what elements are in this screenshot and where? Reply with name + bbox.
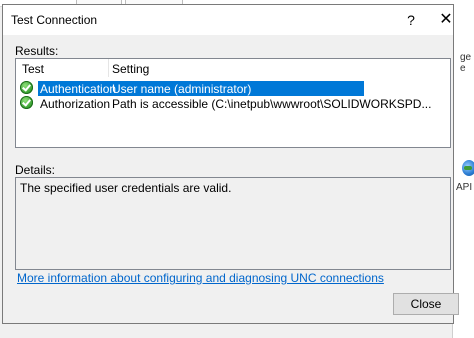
dialog-title: Test Connection <box>11 13 98 27</box>
test-connection-dialog: Test Connection ? ✕ Results: Test Settin… <box>2 4 459 324</box>
column-header-test[interactable]: Test <box>22 62 44 76</box>
results-label: Results: <box>15 44 59 58</box>
background-text-fragment: API <box>456 182 473 193</box>
results-list-header: Test Setting <box>16 59 450 77</box>
unc-help-link[interactable]: More information about configuring and d… <box>17 271 384 285</box>
results-list[interactable]: Test Setting Authentication User name (a… <box>15 58 451 148</box>
background-text-fragment: ge e <box>460 52 472 74</box>
details-label: Details: <box>15 163 56 177</box>
result-setting: User name (administrator) <box>112 82 252 96</box>
result-row-authorization[interactable]: Authorization Path is accessible (C:\ine… <box>16 96 450 111</box>
details-text: The specified user credentials are valid… <box>20 181 232 195</box>
close-button[interactable]: Close <box>393 293 459 315</box>
result-row-authentication[interactable]: Authentication User name (administrator) <box>16 81 450 96</box>
help-button[interactable]: ? <box>399 9 423 31</box>
column-divider[interactable] <box>108 59 109 77</box>
result-test-name: Authentication <box>40 82 117 96</box>
result-test-name: Authorization <box>40 97 111 111</box>
column-header-setting[interactable]: Setting <box>112 62 149 76</box>
check-circle-icon <box>20 96 33 109</box>
check-circle-icon <box>20 81 33 94</box>
result-setting: Path is accessible (C:\inetpub\wwwroot\S… <box>112 97 432 111</box>
globe-icon <box>462 160 474 176</box>
title-bar: Test Connection ? ✕ <box>3 5 453 35</box>
close-icon[interactable]: ✕ <box>435 9 457 31</box>
details-box: The specified user credentials are valid… <box>15 177 451 270</box>
